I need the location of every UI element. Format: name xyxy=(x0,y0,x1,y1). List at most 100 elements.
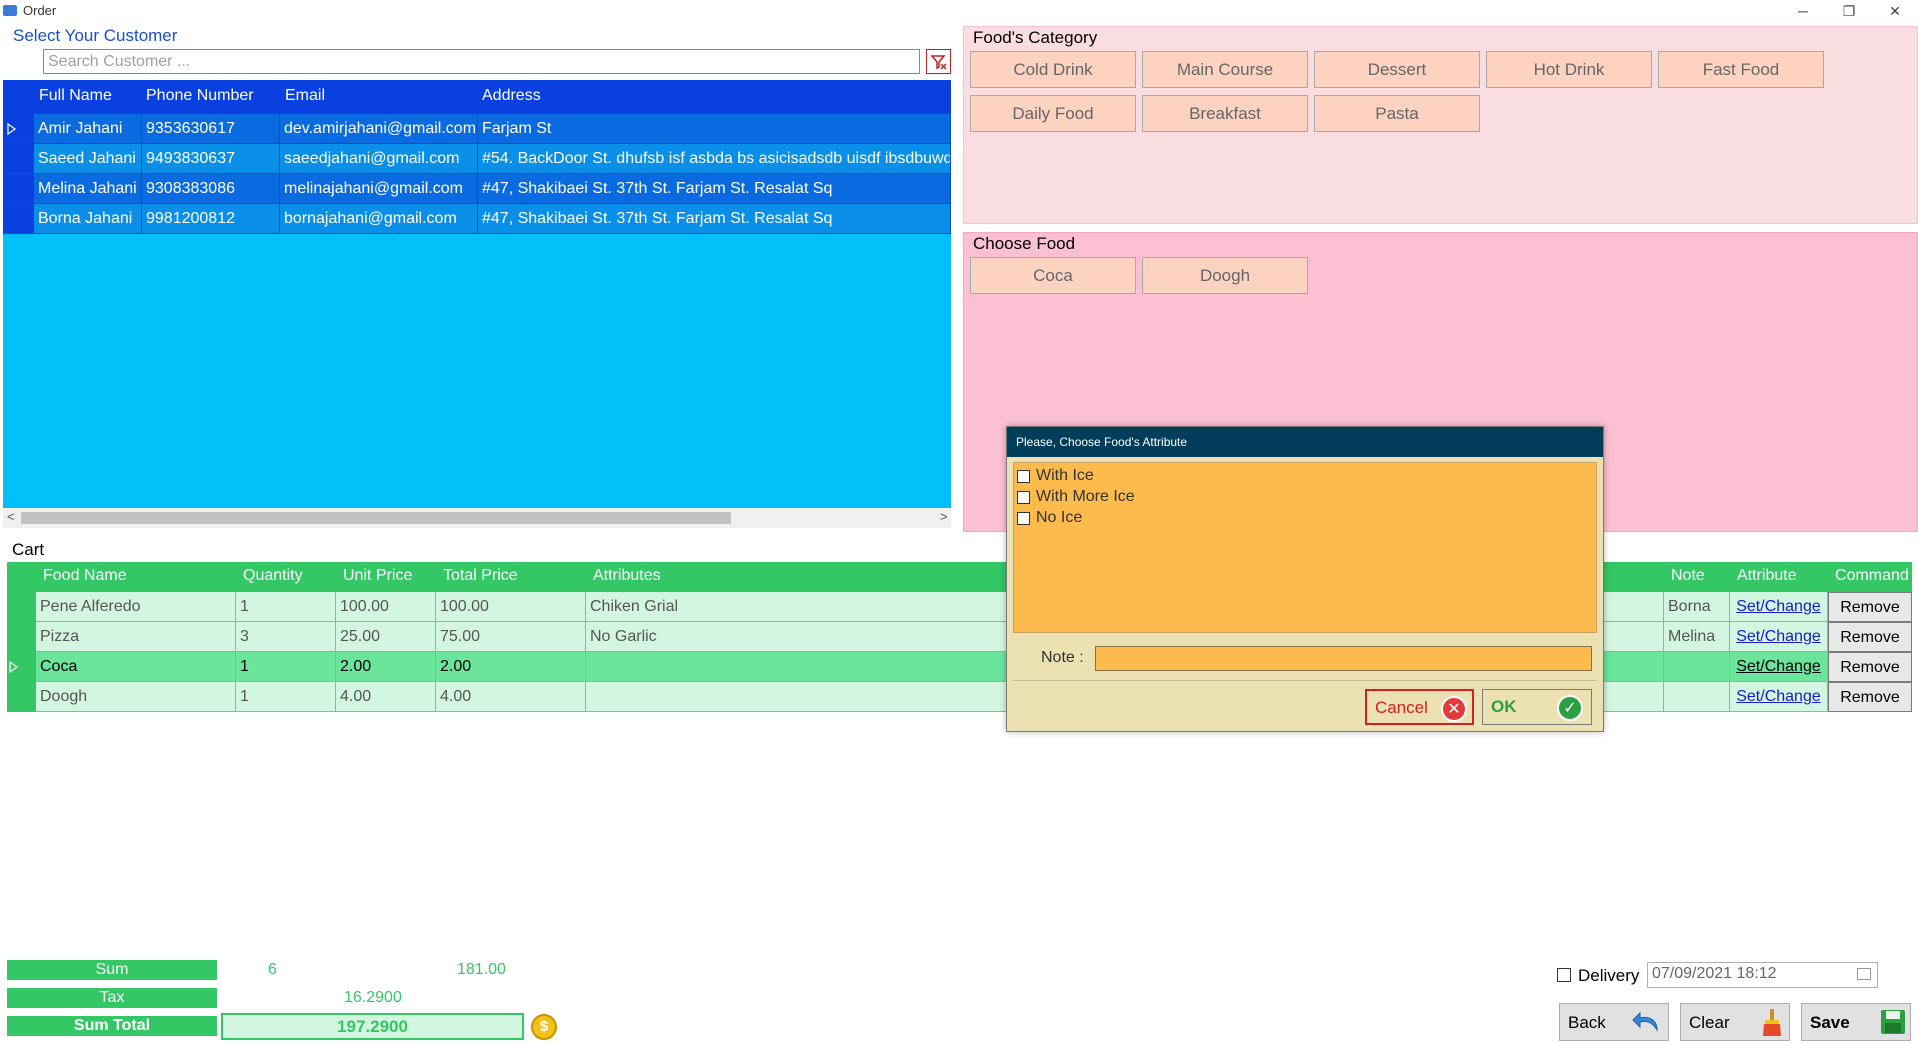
attribute-options-list[interactable]: With Ice With More Ice No Ice xyxy=(1013,462,1597,633)
remove-item-button[interactable]: Remove xyxy=(1828,652,1912,682)
cancel-button[interactable]: Cancel ✕ xyxy=(1365,689,1474,725)
clear-button-label: Clear xyxy=(1689,1013,1730,1032)
set-change-attribute-link[interactable]: Set/Change xyxy=(1730,652,1828,682)
column-header-unit-price[interactable]: Unit Price xyxy=(343,567,412,585)
row-header xyxy=(7,652,36,682)
column-header-quantity[interactable]: Quantity xyxy=(243,567,303,585)
calendar-icon[interactable] xyxy=(1857,968,1871,980)
column-header-phone[interactable]: Phone Number xyxy=(146,87,254,105)
column-header-total-price[interactable]: Total Price xyxy=(443,567,518,585)
delivery-label: Delivery xyxy=(1578,966,1640,985)
customer-row[interactable]: Amir Jahani 9353630617 dev.amirjahani@gm… xyxy=(3,114,951,144)
customer-row[interactable]: Borna Jahani 9981200812 bornajahani@gmai… xyxy=(3,204,951,234)
close-button[interactable]: ✕ xyxy=(1872,0,1918,22)
customer-row[interactable]: Melina Jahani 9308383086 melinajahani@gm… xyxy=(3,174,951,204)
ok-check-icon: ✓ xyxy=(1557,695,1583,721)
delivery-checkbox[interactable] xyxy=(1557,968,1571,982)
category-button-main-course[interactable]: Main Course xyxy=(1142,51,1308,88)
maximize-button[interactable]: ❐ xyxy=(1826,0,1872,22)
column-header-attributes[interactable]: Attributes xyxy=(593,567,661,585)
minimize-button[interactable]: ─ xyxy=(1780,0,1826,22)
cart-row[interactable]: Pene Alferedo 1 100.00 100.00 Chiken Gri… xyxy=(7,592,1912,622)
category-button-breakfast[interactable]: Breakfast xyxy=(1142,95,1308,132)
cancel-x-icon: ✕ xyxy=(1441,696,1467,722)
category-button-hot-drink[interactable]: Hot Drink xyxy=(1486,51,1652,88)
cart-grid[interactable]: Food Name Quantity Unit Price Total Pric… xyxy=(7,562,1912,958)
back-button[interactable]: Back xyxy=(1559,1003,1669,1041)
column-header-food-name[interactable]: Food Name xyxy=(43,567,127,585)
remove-item-button[interactable]: Remove xyxy=(1828,592,1912,622)
save-button[interactable]: Save xyxy=(1801,1003,1911,1041)
set-change-attribute-link[interactable]: Set/Change xyxy=(1730,622,1828,652)
delivery-date-picker[interactable]: 07/09/2021 18:12 xyxy=(1647,962,1878,988)
cart-row[interactable]: Coca 1 2.00 2.00 Set/Change Remove xyxy=(7,652,1912,682)
food-button-doogh[interactable]: Doogh xyxy=(1142,257,1308,294)
column-header-email[interactable]: Email xyxy=(285,87,325,105)
remove-item-button[interactable]: Remove xyxy=(1828,682,1912,712)
clear-button[interactable]: Clear xyxy=(1680,1003,1790,1041)
remove-item-button[interactable]: Remove xyxy=(1828,622,1912,652)
sum-total-label: Sum Total xyxy=(7,1016,217,1036)
column-header-command[interactable]: Command xyxy=(1835,567,1909,585)
attribute-option-label: With More Ice xyxy=(1036,488,1135,505)
back-button-label: Back xyxy=(1568,1013,1606,1032)
customer-grid[interactable]: Full Name Phone Number Email Address Ami… xyxy=(3,80,951,508)
food-button-coca[interactable]: Coca xyxy=(970,257,1136,294)
row-header xyxy=(7,622,36,652)
cart-row[interactable]: Pizza 3 25.00 75.00 No Garlic Melina Set… xyxy=(7,622,1912,652)
cell-quantity: 3 xyxy=(236,622,336,652)
scroll-left-icon[interactable]: < xyxy=(7,509,15,524)
row-pointer-icon xyxy=(9,661,19,673)
dialog-title: Please, Choose Food's Attribute xyxy=(1007,427,1603,457)
dialog-separator xyxy=(1013,680,1597,681)
cell-quantity: 1 xyxy=(236,682,336,712)
row-header xyxy=(3,174,34,204)
row-header xyxy=(3,114,34,144)
scrollbar-thumb[interactable] xyxy=(21,512,731,524)
clear-filter-button[interactable] xyxy=(926,49,951,74)
cell-email: dev.amirjahani@gmail.com xyxy=(280,114,478,144)
sum-quantity-value: 6 xyxy=(268,961,277,978)
cart-label: Cart xyxy=(12,540,45,559)
cell-total-price: 75.00 xyxy=(436,622,586,652)
cell-quantity: 1 xyxy=(236,592,336,622)
scroll-right-icon[interactable]: > xyxy=(940,509,948,524)
cell-unit-price: 4.00 xyxy=(336,682,436,712)
cell-full-name: Amir Jahani xyxy=(34,114,142,144)
category-button-daily-food[interactable]: Daily Food xyxy=(970,95,1136,132)
cell-phone: 9308383086 xyxy=(142,174,280,204)
cart-row[interactable]: Doogh 1 4.00 4.00 Set/Change Remove xyxy=(7,682,1912,712)
cell-quantity: 1 xyxy=(236,652,336,682)
note-input[interactable] xyxy=(1095,646,1592,671)
column-header-address[interactable]: Address xyxy=(482,87,541,105)
cell-full-name: Melina Jahani xyxy=(34,174,142,204)
row-pointer-icon xyxy=(7,123,17,135)
cart-grid-header: Food Name Quantity Unit Price Total Pric… xyxy=(7,562,1912,592)
ok-button-label: OK xyxy=(1491,697,1517,716)
cell-address: #54. BackDoor St. dhufsb isf asbda bs as… xyxy=(478,144,951,174)
cell-food-name: Coca xyxy=(36,652,236,682)
category-button-fast-food[interactable]: Fast Food xyxy=(1658,51,1824,88)
sum-label: Sum xyxy=(7,960,217,980)
ok-button[interactable]: OK ✓ xyxy=(1482,689,1592,725)
attribute-checkbox[interactable] xyxy=(1017,470,1030,483)
cell-full-name: Borna Jahani xyxy=(34,204,142,234)
undo-icon xyxy=(1632,1011,1658,1032)
category-button-pasta[interactable]: Pasta xyxy=(1314,95,1480,132)
customer-grid-scrollbar[interactable]: < > xyxy=(3,508,951,528)
column-header-full-name[interactable]: Full Name xyxy=(39,87,112,105)
customer-row[interactable]: Saeed Jahani 9493830637 saeedjahani@gmai… xyxy=(3,144,951,174)
category-button-dessert[interactable]: Dessert xyxy=(1314,51,1480,88)
category-button-cold-drink[interactable]: Cold Drink xyxy=(970,51,1136,88)
customer-search-input[interactable] xyxy=(43,49,920,74)
attribute-checkbox[interactable] xyxy=(1017,491,1030,504)
cell-note xyxy=(1664,682,1730,712)
cell-phone: 9493830637 xyxy=(142,144,280,174)
attribute-checkbox[interactable] xyxy=(1017,512,1030,525)
column-header-note[interactable]: Note xyxy=(1671,567,1705,585)
set-change-attribute-link[interactable]: Set/Change xyxy=(1730,592,1828,622)
column-header-attribute[interactable]: Attribute xyxy=(1737,567,1797,585)
cell-unit-price: 100.00 xyxy=(336,592,436,622)
set-change-attribute-link[interactable]: Set/Change xyxy=(1730,682,1828,712)
tax-label: Tax xyxy=(7,988,217,1008)
